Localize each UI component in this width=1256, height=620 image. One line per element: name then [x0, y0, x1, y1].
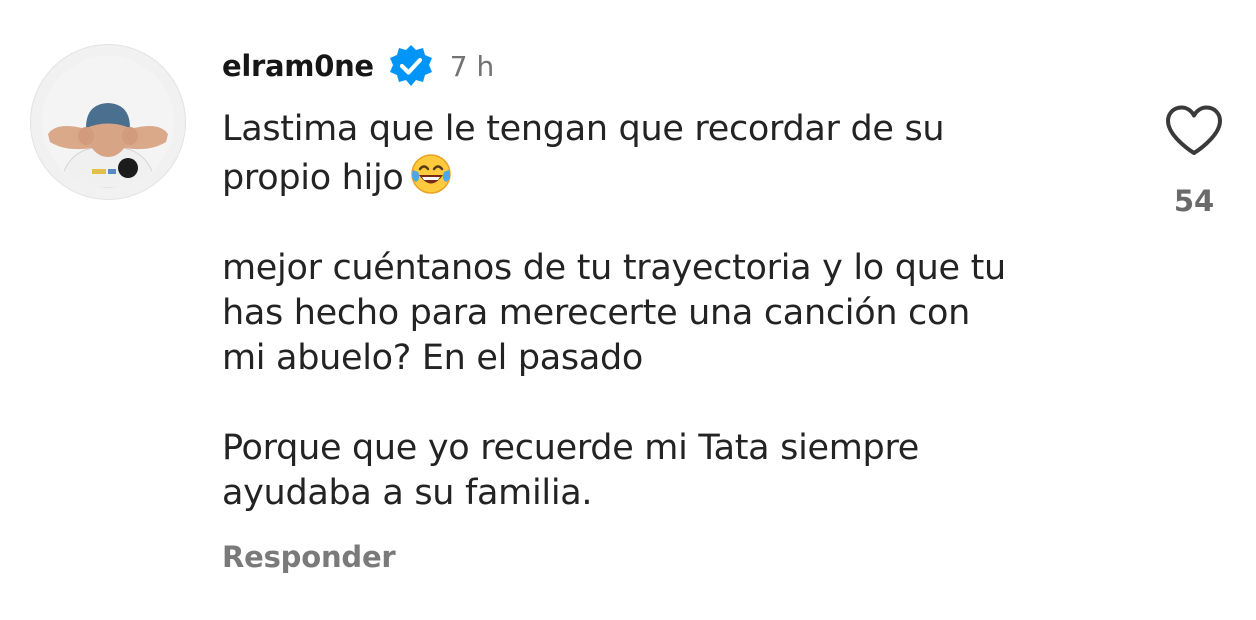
comment-line: ayudaba a su familia.: [222, 473, 593, 513]
comment-line: mejor cuéntanos de tu trayectoria y lo q…: [222, 248, 1006, 288]
like-count: 54: [1173, 184, 1215, 218]
reply-button[interactable]: Responder: [222, 540, 396, 574]
comment-paragraph: Porque que yo recuerde mi Tata siempre a…: [222, 426, 1122, 516]
comment-paragraph: mejor cuéntanos de tu trayectoria y lo q…: [222, 246, 1122, 381]
like-control: 54: [1164, 104, 1224, 218]
comment-line: propio hijo: [222, 152, 1122, 201]
comment-line: has hecho para merecerte una canción con: [222, 293, 970, 333]
comment-text: Lastima que le tengan que recordar de su…: [222, 107, 1122, 516]
verified-badge-icon: [388, 43, 434, 89]
comment-line: mi abuelo? En el pasado: [222, 338, 644, 378]
comment-header: elram0ne 7 h: [222, 44, 494, 88]
comment-line: Porque que yo recuerde mi Tata siempre: [222, 428, 920, 468]
comment-line: Lastima que le tengan que recordar de su: [222, 107, 1122, 152]
avatar-photo: [42, 56, 174, 188]
avatar[interactable]: [42, 56, 174, 188]
heart-outline-icon[interactable]: [1164, 104, 1224, 162]
laughing-tears-emoji-icon: [409, 152, 453, 196]
timestamp: 7 h: [449, 49, 495, 83]
comment-line-text: Lastima que le tengan que recordar de su: [222, 109, 945, 149]
username[interactable]: elram0ne: [222, 49, 374, 83]
comment-paragraph: Lastima que le tengan que recordar de su…: [222, 107, 1122, 201]
comment-line-text: propio hijo: [222, 158, 404, 198]
